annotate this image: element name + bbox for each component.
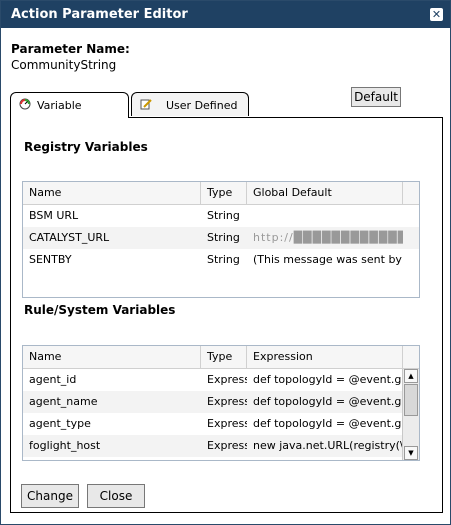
table-header: Name Type Global Default [23, 182, 419, 205]
cell-global-default [247, 205, 403, 227]
table-row[interactable]: agent_id Express def topologyId = @event… [23, 369, 403, 391]
cell-name: SENTBY [29, 253, 72, 266]
tab-user-defined[interactable]: User Defined [131, 92, 249, 116]
dialog-title: Action Parameter Editor [11, 7, 188, 22]
cell-global-default: (This message was sent by Ce [253, 253, 403, 266]
cell-type: String [207, 209, 240, 222]
cell-type: Express [207, 417, 247, 430]
cell-expression: new java.net.URL(registry(\"C/ [253, 439, 403, 452]
cell-type: String [207, 253, 240, 266]
cell-type: Express [207, 439, 247, 452]
cell-type: Express [207, 373, 247, 386]
rule-system-variables-table: Name Type Expression agent_id Express de… [22, 345, 420, 461]
title-bar[interactable]: Action Parameter Editor ✕ [1, 1, 450, 28]
scroll-down-icon[interactable]: ▼ [404, 446, 418, 460]
cell-expression: def topologyId = @event.get(\" [253, 373, 403, 386]
tab-variable-label: Variable [37, 99, 82, 112]
registry-variables-heading: Registry Variables [24, 140, 148, 154]
cell-name: CATALYST_URL [29, 231, 110, 244]
cell-global-default: http://██████████████e [253, 231, 403, 244]
edit-icon [140, 99, 152, 110]
scroll-up-icon[interactable]: ▲ [404, 369, 418, 383]
column-header-type[interactable]: Type [201, 346, 247, 368]
table-header: Name Type Expression [23, 346, 419, 369]
registry-variables-table: Name Type Global Default BSM URL String … [22, 181, 420, 298]
action-parameter-editor-dialog: Action Parameter Editor ✕ Parameter Name… [0, 0, 451, 525]
table-row[interactable]: CATALYST_URL String http://█████████████… [23, 227, 419, 249]
table-row[interactable]: foglight_host Express new java.net.URL(r… [23, 435, 403, 457]
cell-name: agent_name [29, 395, 98, 408]
change-button[interactable]: Change [21, 484, 79, 508]
close-button[interactable]: Close [87, 484, 145, 508]
cell-name: agent_id [29, 373, 77, 386]
column-header-expression[interactable]: Expression [247, 346, 403, 368]
cell-name: BSM URL [29, 209, 79, 222]
vertical-scrollbar[interactable]: ▲ ▼ [402, 369, 419, 460]
table-row[interactable]: agent_name Express def topologyId = @eve… [23, 391, 403, 413]
column-header-global-default[interactable]: Global Default [247, 182, 403, 204]
cell-expression: def topologyId = @event.get(\" [253, 417, 403, 430]
cell-type: Express [207, 395, 247, 408]
tab-variable[interactable]: Variable [10, 92, 129, 118]
cell-name: foglight_host [29, 439, 101, 452]
table-row[interactable]: BSM URL String [23, 205, 419, 227]
cell-expression: def topologyId = @event.get(\" [253, 395, 403, 408]
variable-tab-panel: Registry Variables Name Type Global Defa… [10, 117, 443, 513]
tab-user-defined-label: User Defined [166, 99, 238, 112]
column-header-name[interactable]: Name [23, 346, 201, 368]
scroll-thumb[interactable] [404, 384, 418, 416]
rule-system-variables-heading: Rule/System Variables [24, 303, 176, 317]
default-button[interactable]: Default [351, 87, 401, 107]
cell-type: String [207, 231, 240, 244]
column-header-name[interactable]: Name [23, 182, 201, 204]
column-header-type[interactable]: Type [201, 182, 247, 204]
cell-name: agent_type [29, 417, 91, 430]
close-icon[interactable]: ✕ [430, 8, 443, 21]
gauge-icon [19, 98, 31, 110]
table-row[interactable]: agent_type Express def topologyId = @eve… [23, 413, 403, 435]
table-row[interactable]: SENTBY String (This message was sent by … [23, 249, 419, 271]
parameter-name-label: Parameter Name: [11, 42, 130, 56]
parameter-name-value: CommunityString [11, 58, 117, 72]
